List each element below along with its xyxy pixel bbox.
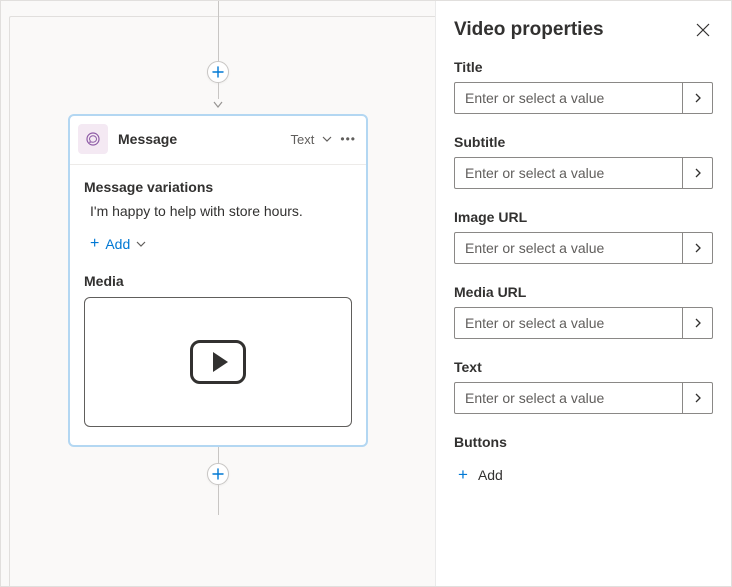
plus-icon: + <box>90 235 99 253</box>
field-label-image-url: Image URL <box>454 209 713 225</box>
chevron-right-icon <box>693 393 703 403</box>
variation-text[interactable]: I'm happy to help with store hours. <box>84 203 352 219</box>
add-button-button[interactable]: + Add <box>454 459 507 491</box>
plus-icon: + <box>458 465 468 485</box>
variations-label: Message variations <box>84 179 352 195</box>
close-button[interactable] <box>693 20 713 40</box>
image-url-input[interactable] <box>455 233 682 263</box>
arrow-down-icon <box>213 96 223 112</box>
card-title: Message <box>118 131 281 147</box>
play-icon <box>190 340 246 384</box>
card-header: Message Text ••• <box>70 116 366 165</box>
add-label: Add <box>105 236 130 252</box>
message-card[interactable]: Message Text ••• Message variations I'm … <box>68 114 368 447</box>
connector <box>218 1 219 61</box>
add-label: Add <box>478 467 503 483</box>
connector <box>218 447 219 463</box>
field-label-subtitle: Subtitle <box>454 134 713 150</box>
field-label-title: Title <box>454 59 713 75</box>
message-icon <box>78 124 108 154</box>
title-picker-button[interactable] <box>682 83 712 113</box>
add-node-button-bottom[interactable] <box>207 463 229 485</box>
connector <box>218 485 219 515</box>
media-label: Media <box>84 273 352 289</box>
field-label-media-url: Media URL <box>454 284 713 300</box>
canvas-area[interactable]: Message Text ••• Message variations I'm … <box>1 1 436 586</box>
media-preview[interactable] <box>84 297 352 427</box>
add-node-button-top[interactable] <box>207 61 229 83</box>
text-input[interactable] <box>455 383 682 413</box>
chevron-right-icon <box>693 168 703 178</box>
card-type-label[interactable]: Text <box>291 132 315 147</box>
media-url-input[interactable] <box>455 308 682 338</box>
title-input[interactable] <box>455 83 682 113</box>
image-url-picker-button[interactable] <box>682 233 712 263</box>
chevron-right-icon <box>693 243 703 253</box>
chevron-right-icon <box>693 93 703 103</box>
close-icon <box>696 23 710 37</box>
subtitle-picker-button[interactable] <box>682 158 712 188</box>
media-url-picker-button[interactable] <box>682 308 712 338</box>
field-label-text: Text <box>454 359 713 375</box>
chevron-down-icon <box>136 239 146 249</box>
subtitle-input[interactable] <box>455 158 682 188</box>
properties-panel: Video properties Title Subtitle <box>436 1 731 586</box>
plus-icon <box>212 468 224 480</box>
buttons-label: Buttons <box>454 434 713 450</box>
plus-icon <box>212 66 224 78</box>
chevron-right-icon <box>693 318 703 328</box>
chevron-down-icon[interactable] <box>322 131 332 147</box>
add-variation-button[interactable]: + Add <box>84 235 146 253</box>
more-button[interactable]: ••• <box>340 132 356 146</box>
text-picker-button[interactable] <box>682 383 712 413</box>
panel-title: Video properties <box>454 19 604 41</box>
